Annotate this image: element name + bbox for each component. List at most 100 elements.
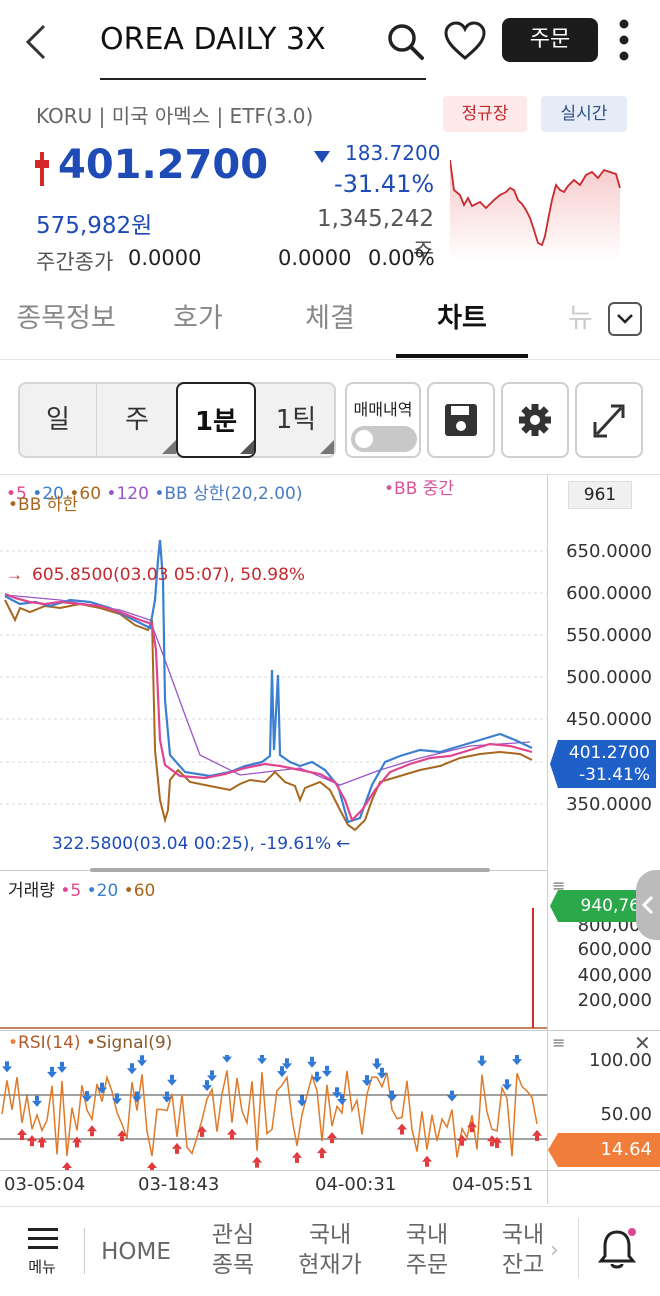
- rsi-label: RSI(14): [18, 1033, 81, 1053]
- sell-signal-icon: [387, 1095, 397, 1102]
- chevron-right-icon[interactable]: ›: [550, 1238, 559, 1263]
- buy-signal-icon: [460, 1140, 464, 1146]
- notification-button[interactable]: [596, 1226, 638, 1272]
- sell-signal-icon: [335, 1087, 339, 1093]
- buy-signal-icon: [227, 1128, 237, 1135]
- sell-signal-icon: [2, 1066, 12, 1073]
- sell-signal-icon: [35, 1095, 39, 1101]
- buy-signal-icon: [172, 1142, 182, 1149]
- rsi-current-marker: 14.64: [548, 1133, 660, 1167]
- sell-signal-icon: [222, 1056, 232, 1063]
- menu-button[interactable]: 메뉴: [24, 1226, 64, 1276]
- trade-history-toggle[interactable]: 매매내역: [345, 382, 421, 458]
- sell-signal-icon: [512, 1059, 522, 1066]
- sell-signal-icon: [340, 1094, 344, 1100]
- tab-orderbook[interactable]: 호가: [132, 292, 264, 358]
- tab-trades[interactable]: 체결: [264, 292, 396, 358]
- sell-signal-icon: [480, 1055, 484, 1061]
- search-icon: [388, 24, 424, 60]
- volume-chart[interactable]: [0, 880, 547, 1030]
- more-vertical-icon: [619, 19, 629, 61]
- sell-signal-icon: [132, 1096, 142, 1103]
- sell-signal-icon: [167, 1079, 177, 1086]
- buy-signal-icon: [252, 1156, 262, 1163]
- nav-watchlist[interactable]: 관심 종목: [200, 1220, 266, 1280]
- tab-stock-info[interactable]: 종목정보: [0, 292, 132, 358]
- buy-signal-icon: [230, 1134, 234, 1140]
- buy-signal-icon: [40, 1142, 44, 1148]
- sell-signal-icon: [115, 1093, 119, 1099]
- buy-signal-icon: [400, 1129, 404, 1135]
- sell-signal-icon: [170, 1074, 174, 1080]
- low-arrow-icon: ←: [336, 834, 351, 854]
- save-button[interactable]: [427, 382, 495, 458]
- change-percent: -31.41%: [334, 170, 435, 198]
- sell-signal-icon: [135, 1091, 139, 1097]
- sell-signal-icon: [205, 1080, 209, 1086]
- time-label: 03-05:04: [4, 1174, 86, 1195]
- trade-history-switch[interactable]: [351, 426, 417, 452]
- low-annotation: 322.5800(03.04 00:25), -19.61%: [52, 834, 332, 854]
- sell-signal-icon: [32, 1100, 42, 1107]
- price-tick: 550.0000: [566, 625, 652, 646]
- search-button[interactable]: [386, 22, 426, 62]
- nav-home[interactable]: HOME: [100, 1237, 172, 1267]
- chart-scrollbar[interactable]: [90, 868, 490, 872]
- expand-icon: [593, 404, 625, 438]
- tabs-expand-button[interactable]: [608, 302, 642, 336]
- change-amount: 183.7200: [345, 141, 441, 165]
- order-button[interactable]: 주문: [502, 18, 598, 62]
- chevron-left-icon: [25, 24, 46, 60]
- tab-news[interactable]: 뉴스: [528, 292, 598, 358]
- period-day[interactable]: 일: [18, 382, 98, 458]
- nav-domestic-order[interactable]: 국내 주문: [394, 1220, 460, 1280]
- dropdown-corner-icon: [320, 440, 334, 454]
- sell-signal-icon: [515, 1055, 519, 1060]
- price-chart[interactable]: →: [0, 500, 547, 872]
- signal-label: Signal(9): [95, 1033, 173, 1053]
- realtime-badge: 실시간: [541, 96, 627, 132]
- time-label: 04-05:51: [452, 1174, 534, 1195]
- sell-signal-icon: [315, 1071, 319, 1077]
- fullscreen-button[interactable]: [575, 382, 643, 458]
- sell-signal-icon: [260, 1055, 264, 1059]
- gear-icon: [519, 404, 551, 436]
- sell-signal-icon: [210, 1070, 214, 1076]
- nav-domestic-price[interactable]: 국내 현재가: [290, 1220, 370, 1280]
- sell-signal-icon: [337, 1099, 347, 1106]
- settings-button[interactable]: [501, 382, 569, 458]
- rsi-chart[interactable]: [0, 1055, 547, 1170]
- rsi-tick: 50.00: [600, 1104, 652, 1125]
- tab-chart[interactable]: 차트: [396, 292, 528, 358]
- current-price-marker: 401.2700 -31.41%: [550, 740, 656, 788]
- trade-history-label: 매매내역: [353, 400, 413, 419]
- back-button[interactable]: [18, 20, 58, 64]
- more-menu-button[interactable]: [612, 18, 636, 62]
- sell-signal-icon: [450, 1090, 454, 1096]
- sell-signal-icon: [285, 1058, 289, 1064]
- sell-signal-icon: [137, 1060, 147, 1067]
- sell-signal-icon: [257, 1058, 267, 1065]
- buy-signal-icon: [295, 1157, 299, 1163]
- sell-signal-icon: [50, 1066, 54, 1072]
- candle-count-box[interactable]: 961: [568, 481, 632, 509]
- dropdown-corner-icon: [240, 440, 254, 454]
- sell-signal-icon: [505, 1079, 509, 1085]
- buy-signal-icon: [200, 1131, 204, 1137]
- sell-signal-icon: [130, 1063, 134, 1069]
- page-title: OREA DAILY 3X: [100, 18, 426, 80]
- buy-signal-icon: [292, 1151, 302, 1158]
- after-hours-percent: 0.00%: [368, 246, 435, 270]
- time-label: 03-18:43: [138, 1174, 220, 1195]
- ticker-line: KORU | 미국 아멕스 | ETF(3.0): [36, 104, 314, 128]
- nav-domestic-balance[interactable]: 국내 잔고: [490, 1220, 556, 1280]
- up-limit-icon: [33, 152, 51, 186]
- current-price: 401.2700: [58, 142, 269, 188]
- favorite-button[interactable]: [443, 20, 487, 62]
- buy-signal-icon: [30, 1141, 34, 1147]
- dropdown-corner-icon: [162, 440, 176, 454]
- buy-signal-icon: [20, 1135, 24, 1141]
- sell-signal-icon: [165, 1091, 169, 1097]
- side-panel-handle[interactable]: [636, 870, 660, 940]
- buy-signal-icon: [467, 1121, 477, 1128]
